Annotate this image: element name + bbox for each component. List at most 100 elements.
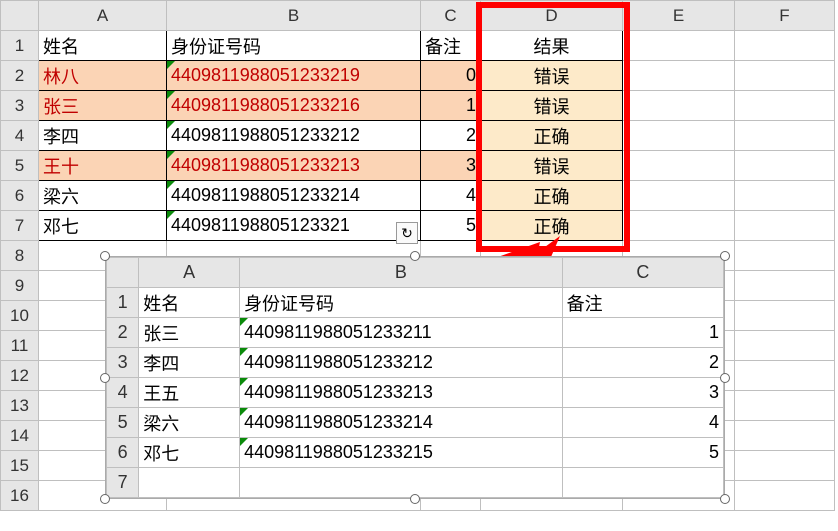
emb-row-6: 6 <box>107 438 139 468</box>
cell-B4[interactable]: 4409811988051233212 <box>167 121 421 151</box>
cell-D7[interactable]: 正确 <box>481 211 623 241</box>
emb-row-2: 2 <box>107 318 139 348</box>
cell-C3[interactable]: 1 <box>421 91 481 121</box>
smart-tag-button[interactable]: ↻ <box>396 222 418 244</box>
cell-F1[interactable] <box>735 31 835 61</box>
cell-A5[interactable]: 王十 <box>39 151 167 181</box>
cell-E1[interactable] <box>623 31 735 61</box>
emb-row-5: 5 <box>107 408 139 438</box>
cell-F12[interactable] <box>735 361 835 391</box>
embedded-spreadsheet: A B C 1 姓名 身份证号码 备注 2张三44098119880512332… <box>106 257 724 498</box>
cell-F3[interactable] <box>735 91 835 121</box>
cell-D3[interactable]: 错误 <box>481 91 623 121</box>
cell-A6[interactable]: 梁六 <box>39 181 167 211</box>
emb-A7 <box>139 468 240 498</box>
emb-C2: 1 <box>562 318 723 348</box>
cell-C7[interactable]: 5 <box>421 211 481 241</box>
emb-B5: 4409811988051233214 <box>240 408 563 438</box>
emb-A1: 姓名 <box>139 288 240 318</box>
cell-F4[interactable] <box>735 121 835 151</box>
resize-handle[interactable] <box>720 494 730 504</box>
row-header-15[interactable]: 15 <box>1 451 39 481</box>
resize-handle[interactable] <box>100 251 110 261</box>
cell-B1[interactable]: 身份证号码 <box>167 31 421 61</box>
cell-E6[interactable] <box>623 181 735 211</box>
cell-F15[interactable] <box>735 451 835 481</box>
cell-B5[interactable]: 4409811988051233213 <box>167 151 421 181</box>
resize-handle[interactable] <box>100 373 110 383</box>
col-header-D[interactable]: D <box>481 1 623 31</box>
cell-B6[interactable]: 4409811988051233214 <box>167 181 421 211</box>
row-header-9[interactable]: 9 <box>1 271 39 301</box>
cell-B7[interactable]: 440981198805123321 <box>167 211 421 241</box>
row-header-14[interactable]: 14 <box>1 421 39 451</box>
cell-A3[interactable]: 张三 <box>39 91 167 121</box>
resize-handle[interactable] <box>410 251 420 261</box>
cell-A1[interactable]: 姓名 <box>39 31 167 61</box>
cell-F7[interactable] <box>735 211 835 241</box>
emb-B4: 4409811988051233213 <box>240 378 563 408</box>
cell-E5[interactable] <box>623 151 735 181</box>
cell-F2[interactable] <box>735 61 835 91</box>
row-header-13[interactable]: 13 <box>1 391 39 421</box>
cell-D4[interactable]: 正确 <box>481 121 623 151</box>
row-header-8[interactable]: 8 <box>1 241 39 271</box>
col-header-C[interactable]: C <box>421 1 481 31</box>
cell-B3[interactable]: 4409811988051233216 <box>167 91 421 121</box>
cell-F5[interactable] <box>735 151 835 181</box>
resize-handle[interactable] <box>410 494 420 504</box>
col-header-A[interactable]: A <box>39 1 167 31</box>
cell-F9[interactable] <box>735 271 835 301</box>
cell-F8[interactable] <box>735 241 835 271</box>
cell-E4[interactable] <box>623 121 735 151</box>
cell-B2[interactable]: 4409811988051233219 <box>167 61 421 91</box>
cell-C1[interactable]: 备注 <box>421 31 481 61</box>
cell-F14[interactable] <box>735 421 835 451</box>
cell-E7[interactable] <box>623 211 735 241</box>
resize-handle[interactable] <box>720 251 730 261</box>
cell-F11[interactable] <box>735 331 835 361</box>
row-header-7[interactable]: 7 <box>1 211 39 241</box>
cell-F16[interactable] <box>735 481 835 511</box>
emb-C6: 5 <box>562 438 723 468</box>
embedded-picture-object[interactable]: A B C 1 姓名 身份证号码 备注 2张三44098119880512332… <box>105 256 725 499</box>
cell-C6[interactable]: 4 <box>421 181 481 211</box>
cell-D6[interactable]: 正确 <box>481 181 623 211</box>
resize-handle[interactable] <box>720 373 730 383</box>
row-header-1[interactable]: 1 <box>1 31 39 61</box>
cell-F6[interactable] <box>735 181 835 211</box>
cell-C2[interactable]: 0 <box>421 61 481 91</box>
cell-D2[interactable]: 错误 <box>481 61 623 91</box>
emb-B3: 4409811988051233212 <box>240 348 563 378</box>
cell-E2[interactable] <box>623 61 735 91</box>
row-header-16[interactable]: 16 <box>1 481 39 511</box>
col-header-F[interactable]: F <box>735 1 835 31</box>
emb-row-4: 4 <box>107 378 139 408</box>
emb-A5: 梁六 <box>139 408 240 438</box>
cell-A2[interactable]: 林八 <box>39 61 167 91</box>
cell-E3[interactable] <box>623 91 735 121</box>
emb-corner <box>107 258 139 288</box>
cell-D5[interactable]: 错误 <box>481 151 623 181</box>
row-header-2[interactable]: 2 <box>1 61 39 91</box>
row-header-3[interactable]: 3 <box>1 91 39 121</box>
row-header-10[interactable]: 10 <box>1 301 39 331</box>
cell-F13[interactable] <box>735 391 835 421</box>
row-header-6[interactable]: 6 <box>1 181 39 211</box>
row-header-12[interactable]: 12 <box>1 361 39 391</box>
cell-A7[interactable]: 邓七 <box>39 211 167 241</box>
emb-C5: 4 <box>562 408 723 438</box>
emb-A4: 王五 <box>139 378 240 408</box>
col-header-E[interactable]: E <box>623 1 735 31</box>
cell-D1[interactable]: 结果 <box>481 31 623 61</box>
cell-F10[interactable] <box>735 301 835 331</box>
row-header-5[interactable]: 5 <box>1 151 39 181</box>
cell-A4[interactable]: 李四 <box>39 121 167 151</box>
cell-C4[interactable]: 2 <box>421 121 481 151</box>
col-header-B[interactable]: B <box>167 1 421 31</box>
row-header-11[interactable]: 11 <box>1 331 39 361</box>
select-all-corner[interactable] <box>1 1 39 31</box>
resize-handle[interactable] <box>100 494 110 504</box>
row-header-4[interactable]: 4 <box>1 121 39 151</box>
cell-C5[interactable]: 3 <box>421 151 481 181</box>
